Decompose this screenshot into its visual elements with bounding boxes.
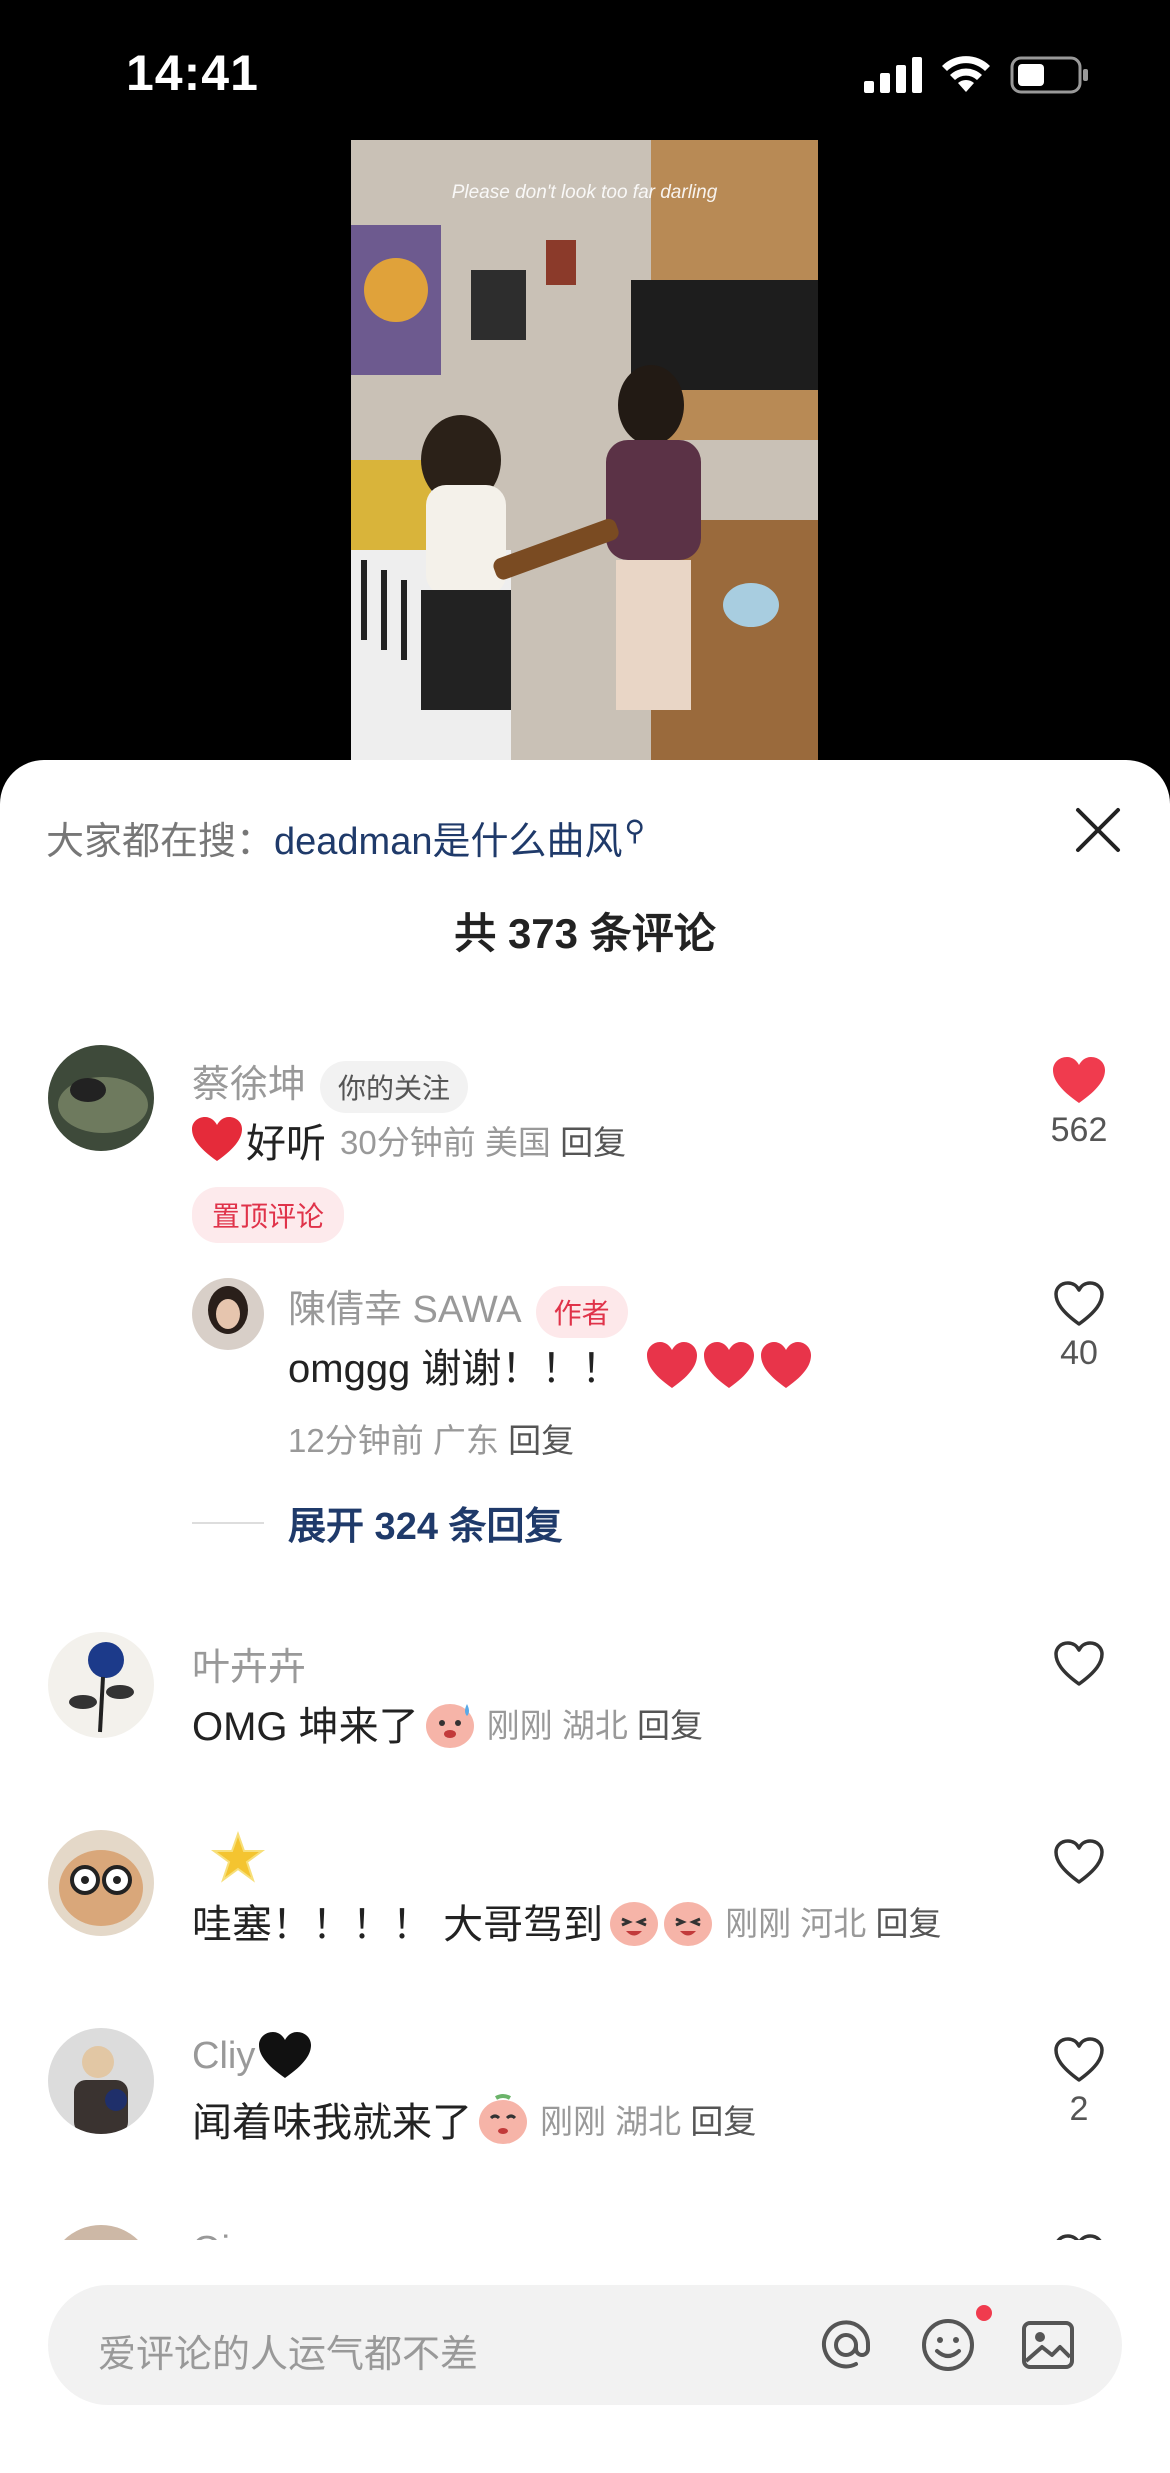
like-count: 2	[1069, 2090, 1089, 2128]
reply-button[interactable]: 回复	[690, 2103, 756, 2140]
hearts-emoji	[647, 1342, 812, 1388]
comment-time: 刚刚	[725, 1905, 792, 1942]
like-button[interactable]: 562	[1034, 1057, 1124, 1150]
search-term[interactable]: deadman是什么曲风	[274, 821, 622, 863]
comment-input-bar[interactable]: 爱评论的人运气都不差	[48, 2285, 1122, 2405]
comment-author-name[interactable]: Cliy	[192, 2035, 255, 2078]
heart-outline-icon	[1054, 1641, 1104, 1686]
expand-replies-button[interactable]: 展开 324 条回复	[192, 1495, 563, 1550]
comment-text: 闻着味我就来了	[192, 2101, 472, 2145]
video-caption: Please don't look too far darling	[451, 182, 718, 203]
like-button[interactable]	[1034, 1640, 1124, 1688]
comment-meta: 30分钟前 美国 回复	[340, 1116, 626, 1164]
red-heart-emoji	[192, 1117, 242, 1161]
comment-text: OMG 坤来了	[192, 1705, 419, 1749]
black-heart-emoji	[259, 2032, 312, 2078]
author-badge: 作者	[535, 1285, 628, 1338]
follow-badge: 你的关注	[320, 1060, 469, 1113]
search-prefix: 大家都在搜：	[46, 821, 275, 863]
comment-text: 好听	[246, 1122, 326, 1166]
like-button[interactable]	[1034, 1838, 1124, 1886]
avatar[interactable]	[192, 1278, 264, 1350]
search-suggestion[interactable]: 大家都在搜：deadman是什么曲风⚲	[46, 810, 645, 865]
close-icon[interactable]	[1070, 802, 1126, 858]
sweating-face-emoji	[425, 1704, 474, 1748]
comment-text: 哇塞！！！！ 大哥驾到	[192, 1903, 604, 1947]
wifi-icon	[942, 56, 990, 92]
heart-filled-icon	[1053, 1057, 1105, 1103]
reply-button[interactable]: 回复	[560, 1124, 626, 1161]
comment-meta: 刚刚 河北 回复	[725, 1897, 941, 1945]
comment-count-title: 共 373 条评论	[454, 910, 716, 957]
like-button[interactable]: 40	[1034, 1280, 1124, 1373]
sniffing-face-emoji	[479, 2094, 527, 2144]
avatar[interactable]	[48, 2028, 154, 2134]
signal-icon	[864, 57, 922, 93]
reply-button[interactable]: 回复	[508, 1422, 574, 1459]
reply-button[interactable]: 回复	[637, 1707, 703, 1744]
video-scene	[351, 140, 818, 760]
comment-meta: 刚刚 湖北 回复	[540, 2095, 756, 2143]
video-player[interactable]: Please don't look too far darling	[351, 140, 818, 760]
comments-sheet: 大家都在搜：deadman是什么曲风⚲ 共 373 条评论 蔡徐坤 你的关注 好听…	[0, 760, 1170, 2473]
comment-time: 刚刚	[486, 1707, 553, 1744]
image-icon[interactable]	[1018, 2315, 1078, 2375]
comment-text-row: 哇塞！！！！ 大哥驾到 刚刚 河北 回复	[192, 1892, 941, 1950]
comment-input-placeholder[interactable]: 爱评论的人运气都不差	[98, 2323, 478, 2378]
comment-meta: 刚刚 湖北 回复	[487, 1699, 703, 1747]
comment-location: 湖北	[615, 2103, 682, 2140]
like-count: 562	[1050, 1111, 1108, 1149]
battery-icon	[1010, 56, 1088, 94]
reply-location: 广东	[432, 1422, 499, 1459]
avatar[interactable]	[48, 1830, 154, 1936]
comment-time: 30分钟前	[340, 1124, 476, 1161]
heart-outline-icon	[1054, 1839, 1104, 1884]
reply-button[interactable]: 回复	[875, 1905, 941, 1942]
notification-dot	[976, 2305, 992, 2321]
comment-author-name[interactable]: 蔡徐坤	[192, 1064, 306, 1106]
search-icon: ⚲	[624, 815, 645, 847]
status-icons	[864, 56, 1090, 94]
comment-author[interactable]: Cliy	[192, 2032, 312, 2080]
comment-text-row: OMG 坤来了 刚刚 湖北 回复	[192, 1694, 703, 1752]
like-count: 40	[1060, 1334, 1098, 1372]
avatar[interactable]	[48, 1045, 154, 1151]
status-bar: 14:41	[0, 0, 1170, 140]
comment-text-row: 好听 30分钟前 美国 回复	[192, 1111, 626, 1169]
divider	[192, 1521, 264, 1524]
pinned-badge: 置顶评论	[192, 1187, 345, 1243]
comment-author[interactable]: 蔡徐坤 你的关注	[192, 1053, 469, 1113]
expand-replies-label[interactable]: 展开 324 条回复	[288, 1495, 563, 1550]
comment-location: 湖北	[561, 1707, 628, 1744]
like-button[interactable]: 2	[1034, 2036, 1124, 2129]
reply-text-row: omggg 谢谢！！！	[288, 1336, 817, 1394]
comment-time: 刚刚	[540, 2103, 606, 2140]
mention-icon[interactable]	[816, 2315, 876, 2375]
comment-location: 美国	[484, 1124, 551, 1161]
comment-text-row: 闻着味我就来了 刚刚 湖北 回复	[192, 2090, 756, 2148]
reply-text: omggg 谢谢！！！	[288, 1347, 622, 1391]
star-emoji	[210, 1830, 266, 1883]
reply-time: 12分钟前	[288, 1422, 424, 1459]
avatar[interactable]	[48, 1632, 154, 1738]
reply-author-name[interactable]: 陳倩幸 SAWA	[288, 1289, 522, 1331]
heart-outline-icon	[1054, 1281, 1104, 1326]
heart-outline-icon	[1054, 2037, 1104, 2082]
laughing-crying-emoji	[610, 1902, 713, 1946]
comment-location: 河北	[800, 1905, 867, 1942]
status-time: 14:41	[126, 45, 259, 101]
reply-meta: 12分钟前 广东 回复	[288, 1414, 574, 1462]
emoji-icon[interactable]	[918, 2315, 978, 2375]
reply-author[interactable]: 陳倩幸 SAWA 作者	[288, 1278, 628, 1338]
comment-author-name[interactable]: 叶卉卉	[192, 1636, 306, 1691]
